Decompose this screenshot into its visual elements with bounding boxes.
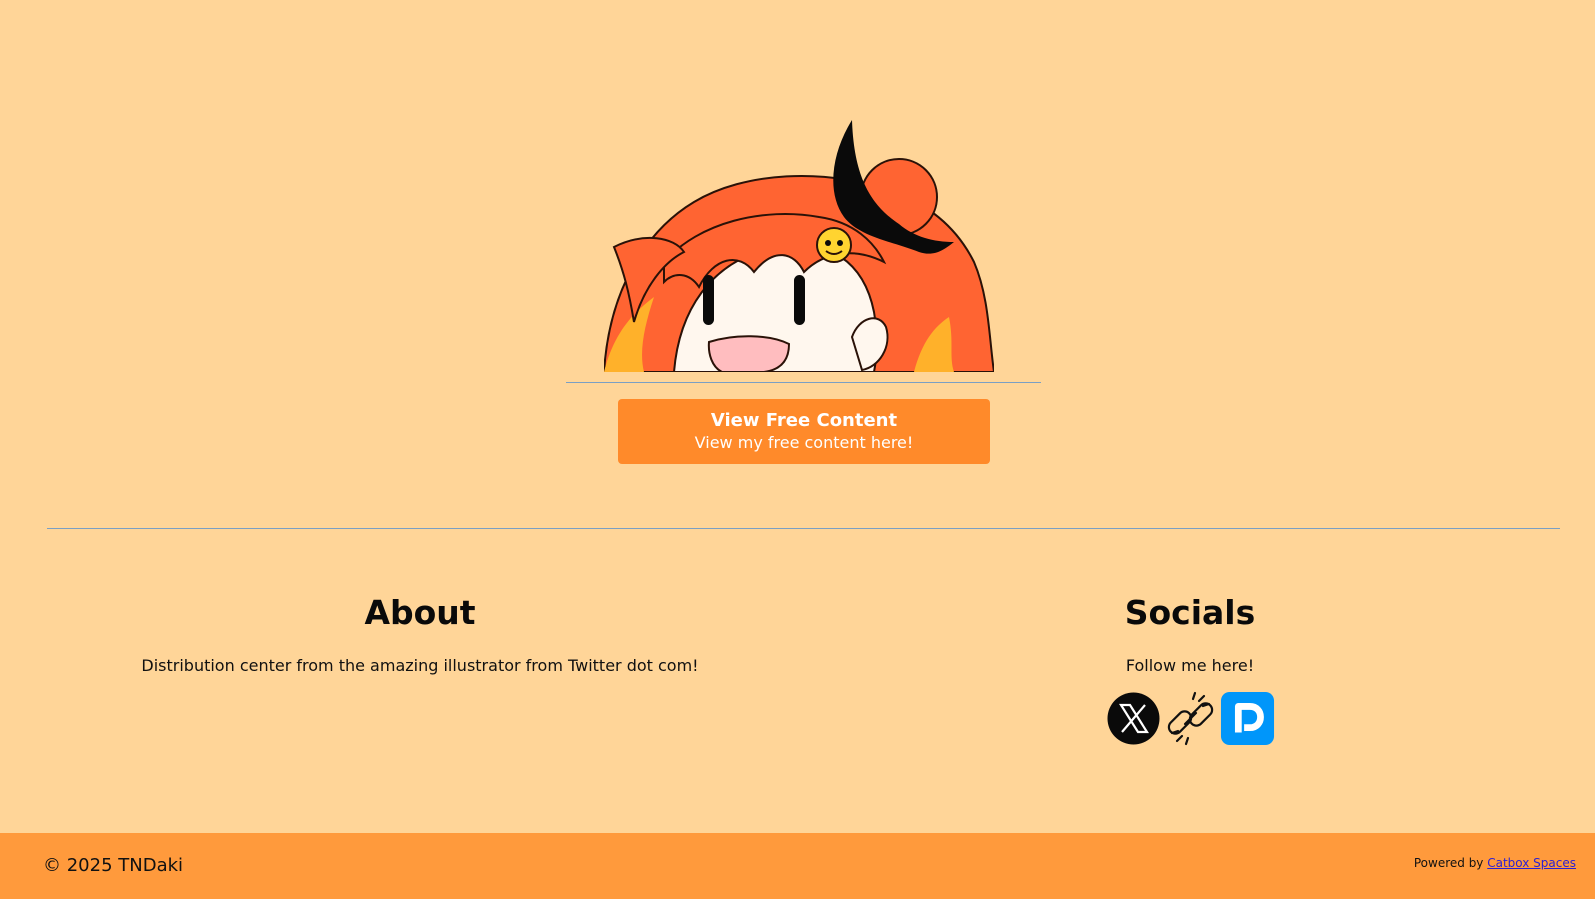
catbox-spaces-link[interactable]: Catbox Spaces [1487,856,1576,870]
about-section: About Distribution center from the amazi… [110,592,730,676]
powered-by: Powered by Catbox Spaces [1414,856,1576,870]
view-free-content-button[interactable]: View Free Content View my free content h… [618,399,990,464]
pixiv-icon[interactable] [1220,690,1275,747]
x-twitter-icon[interactable] [1106,690,1161,747]
about-heading: About [364,593,476,632]
hero-divider [566,382,1041,383]
copyright-text: © 2025 TNDaki [43,855,184,876]
page: View Free Content View my free content h… [0,0,1595,899]
powered-by-label: Powered by [1413,856,1488,870]
link-chain-icon[interactable] [1163,690,1218,747]
hero-mascot-image [602,112,996,373]
footer: © 2025 TNDaki Powered by Catbox Spaces [0,833,1595,899]
socials-heading: Socials [1124,593,1256,632]
about-text: Distribution center from the amazing ill… [141,656,699,675]
cta-title: View Free Content [710,410,898,431]
cta-subtitle: View my free content here! [694,433,914,452]
section-divider [47,528,1560,529]
socials-section: Socials Follow me here! [990,592,1390,747]
socials-text: Follow me here! [1125,656,1255,675]
social-links [990,690,1390,747]
